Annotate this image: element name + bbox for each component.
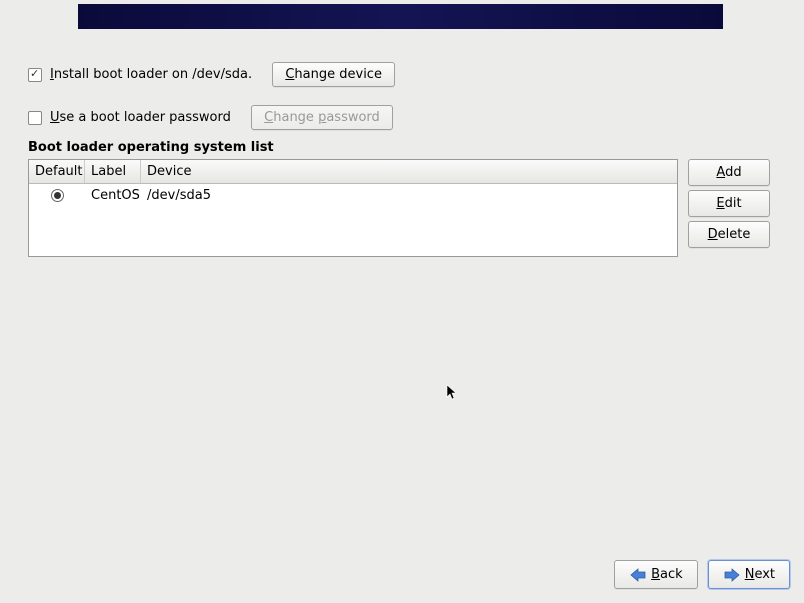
- add-button[interactable]: Add: [688, 159, 770, 186]
- install-bootloader-checkbox[interactable]: [28, 68, 42, 82]
- use-password-checkbox[interactable]: [28, 111, 42, 125]
- default-radio[interactable]: [51, 189, 64, 202]
- row-device-cell: /dev/sda5: [141, 188, 677, 203]
- arrow-left-icon: [629, 568, 647, 582]
- row-default-cell[interactable]: [29, 189, 85, 202]
- install-bootloader-row: Install boot loader on /dev/sda. Change …: [28, 62, 784, 87]
- main-content: Install boot loader on /dev/sda. Change …: [28, 62, 784, 257]
- delete-button[interactable]: Delete: [688, 221, 770, 248]
- table-row[interactable]: CentOS /dev/sda5: [29, 184, 677, 206]
- back-button[interactable]: Back: [614, 560, 698, 589]
- row-label-cell: CentOS: [85, 188, 141, 203]
- change-device-button[interactable]: Change device: [272, 62, 395, 87]
- os-table-header: Default Label Device: [29, 160, 677, 184]
- col-header-default[interactable]: Default: [29, 160, 85, 183]
- col-header-device[interactable]: Device: [141, 160, 677, 183]
- col-header-label[interactable]: Label: [85, 160, 141, 183]
- use-password-row: Use a boot loader password Change passwo…: [28, 105, 784, 130]
- change-password-button: Change password: [251, 105, 393, 130]
- os-list-title: Boot loader operating system list: [28, 140, 784, 155]
- footer-buttons: Back Next: [614, 560, 790, 589]
- mouse-cursor-icon: [446, 384, 460, 402]
- next-button[interactable]: Next: [708, 560, 790, 589]
- use-password-label: Use a boot loader password: [50, 110, 231, 125]
- side-buttons: Add Edit Delete: [688, 159, 770, 248]
- header-banner: [78, 4, 723, 29]
- os-table-area: Default Label Device CentOS /dev/sda5 Ad…: [28, 159, 784, 257]
- install-bootloader-label: Install boot loader on /dev/sda.: [50, 67, 252, 82]
- arrow-right-icon: [723, 568, 741, 582]
- edit-button[interactable]: Edit: [688, 190, 770, 217]
- os-table: Default Label Device CentOS /dev/sda5: [28, 159, 678, 257]
